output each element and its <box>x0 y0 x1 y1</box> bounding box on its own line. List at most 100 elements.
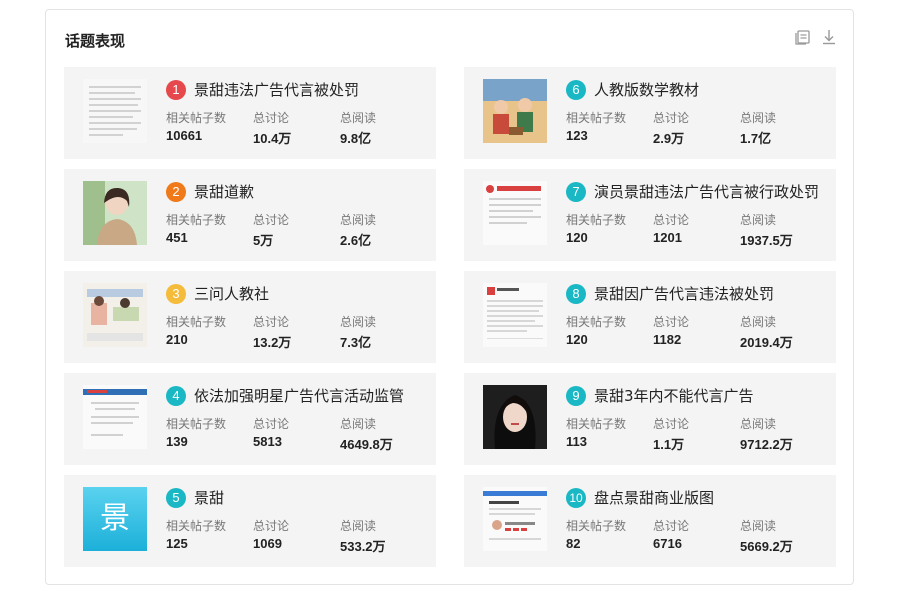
topic-card[interactable]: 8 景甜因广告代言违法被处罚 相关帖子数 总讨论 总阅读 120 1182 20… <box>464 271 836 363</box>
topic-performance-panel: 话题表现 1 景甜违法广告代言被处罚 相关帖子数 总讨论 总阅读 10661 1… <box>45 9 854 585</box>
discussions-value: 6716 <box>653 536 682 551</box>
discussions-value: 1201 <box>653 230 682 245</box>
news-page-thumbnail <box>483 181 547 245</box>
discussions-label: 总讨论 <box>253 213 290 227</box>
reads-value: 1.7亿 <box>740 131 772 146</box>
discussions-label: 总讨论 <box>653 213 690 227</box>
posts-label: 相关帖子数 <box>166 519 227 533</box>
topic-card[interactable]: 4 依法加强明星广告代言活动监管 相关帖子数 总讨论 总阅读 139 5813 … <box>64 373 436 465</box>
posts-value: 82 <box>566 536 581 551</box>
document-thumbnail <box>83 79 147 143</box>
discussions-value: 5813 <box>253 434 282 449</box>
reads-label: 总阅读 <box>740 519 777 533</box>
discussions-label: 总讨论 <box>253 315 290 329</box>
reads-label: 总阅读 <box>340 519 377 533</box>
panel-title: 话题表现 <box>65 32 126 50</box>
posts-value: 120 <box>566 332 588 347</box>
discussions-value: 2.9万 <box>653 131 685 146</box>
topic-title[interactable]: 景甜道歉 <box>194 181 254 202</box>
posts-label: 相关帖子数 <box>566 519 627 533</box>
topic-card[interactable]: 7 演员景甜违法广告代言被行政处罚 相关帖子数 总讨论 总阅读 120 1201… <box>464 169 836 261</box>
portrait-photo-thumbnail <box>483 385 547 449</box>
topic-title[interactable]: 景甜 <box>194 487 224 508</box>
topic-card[interactable]: 1 景甜违法广告代言被处罚 相关帖子数 总讨论 总阅读 10661 10.4万 … <box>64 67 436 159</box>
topic-title[interactable]: 景甜3年内不能代言广告 <box>594 385 754 406</box>
posts-label: 相关帖子数 <box>166 315 227 329</box>
topic-title[interactable]: 三问人教社 <box>194 283 269 304</box>
topic-title[interactable]: 景甜因广告代言违法被处罚 <box>594 283 774 304</box>
rank-badge: 9 <box>566 386 586 406</box>
discussions-value: 1.1万 <box>653 437 685 452</box>
topic-card[interactable]: 2 景甜道歉 相关帖子数 总讨论 总阅读 451 5万 2.6亿 <box>64 169 436 261</box>
list-icon[interactable] <box>794 28 812 46</box>
topic-title[interactable]: 人教版数学教材 <box>594 79 699 100</box>
reads-label: 总阅读 <box>740 315 777 329</box>
reads-value: 9712.2万 <box>740 437 793 452</box>
discussions-label: 总讨论 <box>253 111 290 125</box>
social-post-thumbnail <box>483 283 547 347</box>
posts-label: 相关帖子数 <box>566 315 627 329</box>
discussions-label: 总讨论 <box>253 417 290 431</box>
discussions-label: 总讨论 <box>253 519 290 533</box>
posts-label: 相关帖子数 <box>166 417 227 431</box>
cartoon-illustration-thumbnail <box>483 79 547 143</box>
posts-label: 相关帖子数 <box>166 213 227 227</box>
discussions-label: 总讨论 <box>653 519 690 533</box>
discussions-value: 5万 <box>253 233 274 248</box>
reads-label: 总阅读 <box>340 213 377 227</box>
reads-value: 7.3亿 <box>340 335 372 350</box>
topic-title[interactable]: 盘点景甜商业版图 <box>594 487 714 508</box>
topic-title[interactable]: 演员景甜违法广告代言被行政处罚 <box>594 181 819 202</box>
discussions-value: 10.4万 <box>253 131 292 146</box>
discussions-label: 总讨论 <box>653 417 690 431</box>
discussions-value: 13.2万 <box>253 335 292 350</box>
reads-label: 总阅读 <box>740 213 777 227</box>
rank-badge: 4 <box>166 386 186 406</box>
posts-value: 139 <box>166 434 188 449</box>
topic-card[interactable]: 6 人教版数学教材 相关帖子数 总讨论 总阅读 123 2.9万 1.7亿 <box>464 67 836 159</box>
posts-label: 相关帖子数 <box>566 213 627 227</box>
discussions-value: 1182 <box>653 332 682 347</box>
reads-value: 4649.8万 <box>340 437 393 452</box>
rank-badge: 5 <box>166 488 186 508</box>
posts-label: 相关帖子数 <box>566 417 627 431</box>
topic-card[interactable]: 3 三问人教社 相关帖子数 总讨论 总阅读 210 13.2万 7.3亿 <box>64 271 436 363</box>
reads-label: 总阅读 <box>740 111 777 125</box>
rank-badge: 6 <box>566 80 586 100</box>
discussions-label: 总讨论 <box>653 111 690 125</box>
rank-badge: 1 <box>166 80 186 100</box>
portrait-photo-thumbnail <box>83 181 147 245</box>
reads-value: 533.2万 <box>340 539 386 554</box>
reads-label: 总阅读 <box>340 417 377 431</box>
webpage-screenshot-thumbnail <box>483 487 547 551</box>
reads-value: 1937.5万 <box>740 233 793 248</box>
reads-value: 2019.4万 <box>740 335 793 350</box>
reads-value: 2.6亿 <box>340 233 372 248</box>
topic-title[interactable]: 依法加强明星广告代言活动监管 <box>194 385 404 406</box>
posts-value: 123 <box>566 128 588 143</box>
reads-value: 5669.2万 <box>740 539 793 554</box>
topic-card[interactable]: 景 5 景甜 相关帖子数 总讨论 总阅读 125 1069 533.2万 <box>64 475 436 567</box>
posts-value: 113 <box>566 434 587 449</box>
rank-badge: 3 <box>166 284 186 304</box>
posts-value: 120 <box>566 230 588 245</box>
topic-card[interactable]: 9 景甜3年内不能代言广告 相关帖子数 总讨论 总阅读 113 1.1万 971… <box>464 373 836 465</box>
reads-label: 总阅读 <box>340 111 377 125</box>
posts-label: 相关帖子数 <box>166 111 227 125</box>
rank-badge: 2 <box>166 182 186 202</box>
textbook-illustration-thumbnail <box>83 283 147 347</box>
rank-badge: 7 <box>566 182 586 202</box>
posts-value: 10661 <box>166 128 203 143</box>
posts-value: 210 <box>166 332 188 347</box>
topic-title[interactable]: 景甜违法广告代言被处罚 <box>194 79 359 100</box>
posts-label: 相关帖子数 <box>566 111 627 125</box>
topic-card[interactable]: 10 盘点景甜商业版图 相关帖子数 总讨论 总阅读 82 6716 5669.2… <box>464 475 836 567</box>
discussions-value: 1069 <box>253 536 282 551</box>
discussions-label: 总讨论 <box>653 315 690 329</box>
posts-value: 451 <box>166 230 188 245</box>
rank-badge: 8 <box>566 284 586 304</box>
topic-glyph: 景 <box>100 501 130 536</box>
download-icon[interactable] <box>820 28 838 46</box>
reads-label: 总阅读 <box>740 417 777 431</box>
posts-value: 125 <box>166 536 188 551</box>
